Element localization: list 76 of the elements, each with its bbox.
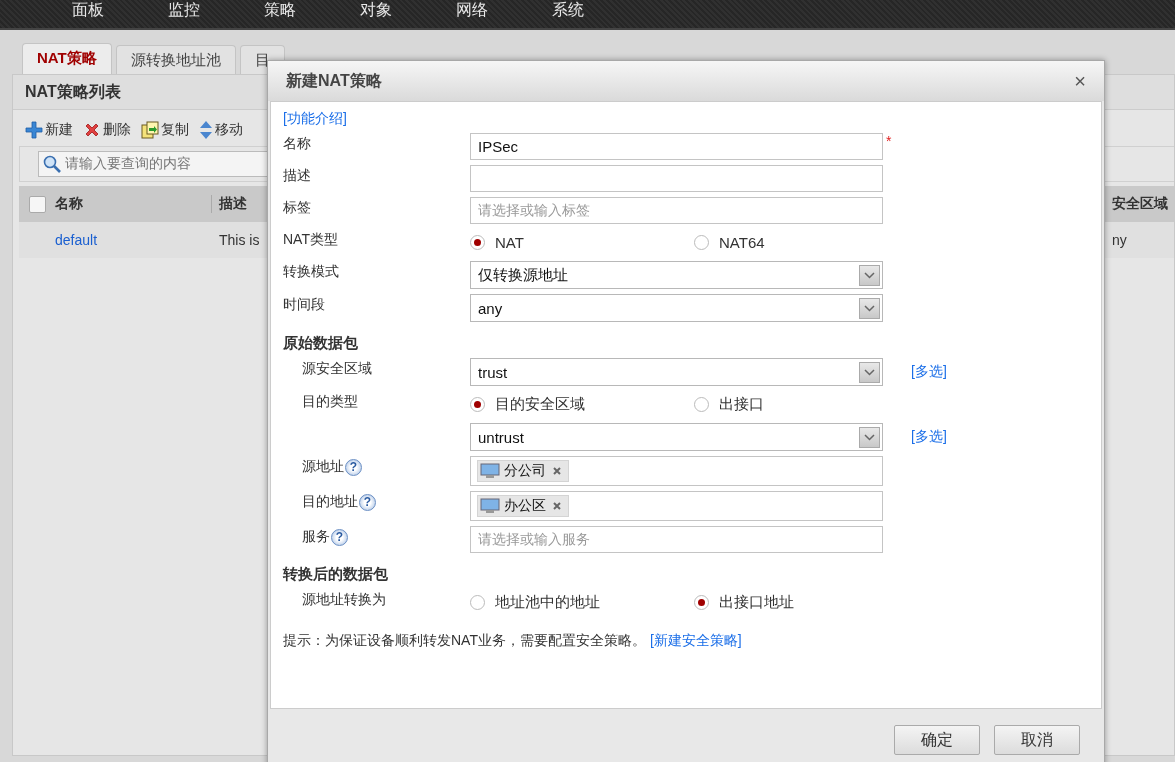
required-mark: * [885,133,893,149]
checkbox[interactable] [28,195,46,213]
field-label: 目的地址 [302,493,358,511]
nav-item[interactable]: 策略 [232,0,328,28]
field-label: 服务 [302,528,330,546]
nav-item[interactable]: 系统 [520,0,616,28]
section-title: 原始数据包 [283,334,359,353]
table-cell-text: This is [218,232,260,248]
dialog-button[interactable]: 确定 [894,725,980,755]
column-header: 名称 [55,195,83,213]
radio-button[interactable] [470,235,485,250]
plus-icon [25,121,43,139]
toolbar-button[interactable]: 移动 [199,120,243,140]
radio-label[interactable]: 出接口 [719,395,764,414]
toolbar-button[interactable]: 删除 [83,121,131,139]
multi-select-link[interactable]: [多选] [911,428,1089,446]
radio-label[interactable]: 地址池中的地址 [495,593,600,612]
radio-button[interactable] [694,397,709,412]
field-label: 转换模式 [283,263,339,281]
delete-icon [83,121,101,139]
field-label: 描述 [283,167,311,185]
field-label: 时间段 [283,296,325,314]
field-label: 源安全区域 [302,360,372,378]
nav-item[interactable]: 监控 [136,0,232,28]
help-button[interactable]: ? [345,458,362,476]
intro-link[interactable]: [功能介绍] [283,110,347,126]
radio-button[interactable] [694,235,709,250]
field-label: 源地址 [302,458,344,476]
column-header: 安全区域 [1112,195,1168,213]
input-field[interactable]: 办公区 [470,491,883,521]
tab[interactable]: 源转换地址池 [115,45,236,74]
field-label: 源地址转换为 [302,591,386,609]
field-label: 名称 [283,135,311,153]
panel-title: NAT策略列表 [25,81,121,102]
address-tag: 分公司 [477,460,569,482]
field-label: NAT类型 [283,231,338,249]
monitor-icon [480,498,500,514]
column-header: 描述 [211,195,247,213]
address-tag: 办公区 [477,495,569,517]
up-down-arrows-icon [199,120,213,140]
toolbar-button[interactable]: 新建 [25,121,73,139]
dialog-button[interactable]: 取消 [994,725,1080,755]
field-label: 标签 [283,199,311,217]
input-field[interactable] [470,165,883,192]
new-policy-link[interactable]: [新建安全策略] [649,632,742,650]
radio-label[interactable]: 目的安全区域 [495,395,585,414]
dropdown[interactable]: any [470,294,883,322]
close-button[interactable]: × [1074,71,1086,91]
radio-button[interactable] [470,397,485,412]
radio-label[interactable]: NAT64 [719,234,765,251]
nav-item[interactable]: 对象 [328,0,424,28]
search-icon [43,155,61,173]
help-button[interactable]: ? [359,493,376,511]
tab[interactable]: NAT策略 [22,43,112,74]
copy-icon [141,121,159,139]
field-label: 目的类型 [302,393,358,411]
nav-item[interactable]: 面板 [40,0,136,28]
dialog-title: 新建NAT策略 [286,70,382,91]
hint-text: 提示：为保证设备顺利转发NAT业务，需要配置安全策略。 [283,632,646,650]
input-field[interactable]: IPSec [470,133,883,160]
dropdown[interactable]: untrust [470,423,883,451]
radio-label[interactable]: 出接口地址 [719,593,794,612]
dropdown[interactable]: 仅转换源地址 [470,261,883,289]
table-cell: ny [1112,232,1127,248]
policy-link[interactable]: default [55,232,211,248]
monitor-icon [480,463,500,479]
nav-item[interactable]: 网络 [424,0,520,28]
multi-select-link[interactable]: [多选] [911,363,1089,381]
section-title: 转换后的数据包 [283,565,389,584]
radio-button[interactable] [694,595,709,610]
radio-button[interactable] [470,595,485,610]
help-button[interactable]: ? [331,528,348,546]
toolbar-button[interactable]: 复制 [141,121,189,139]
radio-label[interactable]: NAT [495,234,524,251]
dropdown[interactable]: trust [470,358,883,386]
input-field[interactable]: 分公司 [470,456,883,486]
